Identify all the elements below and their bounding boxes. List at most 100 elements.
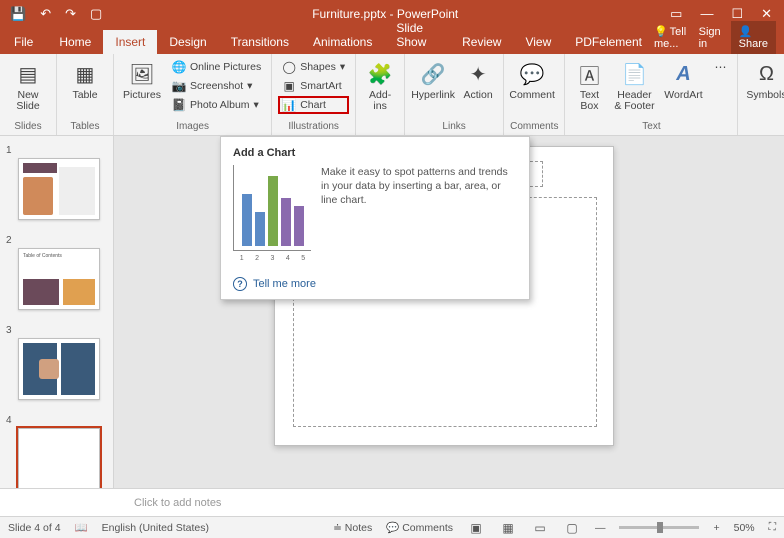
start-from-beginning-icon[interactable]: ▢	[90, 6, 102, 22]
undo-icon[interactable]: ↶	[40, 6, 51, 22]
redo-icon[interactable]: ↷	[65, 6, 76, 22]
addins-icon: 🧩	[366, 60, 394, 88]
chart-tooltip: Add a Chart 12345 Make it easy to spot p…	[220, 136, 530, 300]
maximize-icon[interactable]: ☐	[731, 6, 743, 22]
smartart-button[interactable]: ▣SmartArt	[278, 77, 349, 95]
tab-animations[interactable]: Animations	[301, 30, 384, 54]
textbox-icon: 🄰	[575, 60, 603, 88]
reading-view-icon[interactable]: ▭	[531, 521, 549, 535]
group-illustrations: ◯Shapes ▾ ▣SmartArt 📊Chart Illustrations	[272, 54, 356, 135]
group-addins: 🧩 Add- ins	[356, 54, 405, 135]
group-comments: 💬 Comment Comments	[504, 54, 565, 135]
symbols-button[interactable]: Ω Symbols	[744, 58, 784, 101]
slide-thumbnail-4[interactable]: 4	[6, 414, 107, 488]
notes-placeholder: Click to add notes	[134, 497, 221, 509]
group-tables: ▦ Table Tables	[57, 54, 114, 135]
tab-view[interactable]: View	[513, 30, 563, 54]
symbols-icon: Ω	[752, 60, 780, 88]
header-footer-icon: 📄	[620, 60, 648, 88]
tab-slideshow[interactable]: Slide Show	[384, 16, 450, 54]
group-text: 🄰 Text Box 📄 Header & Footer A WordArt ⋯…	[565, 54, 738, 135]
online-pictures-button[interactable]: 🌐Online Pictures	[168, 58, 265, 76]
new-slide-button[interactable]: ▤ New Slide	[6, 58, 50, 112]
slide-editor[interactable]: Add a Chart 12345 Make it easy to spot p…	[114, 136, 784, 488]
new-slide-icon: ▤	[14, 60, 42, 88]
group-slides: ▤ New Slide Slides	[0, 54, 57, 135]
language-indicator[interactable]: English (United States)	[102, 522, 209, 534]
smartart-icon: ▣	[282, 79, 296, 93]
close-icon[interactable]: ✕	[761, 6, 772, 22]
slide-thumbnail-2[interactable]: 2 Table of Contents	[6, 234, 107, 310]
tab-design[interactable]: Design	[157, 30, 218, 54]
quick-access-toolbar: 💾 ↶ ↷ ▢	[0, 6, 112, 22]
work-area: 1 2 Table of Contents 3 4 Add a Chart	[0, 136, 784, 488]
tab-review[interactable]: Review	[450, 30, 513, 54]
header-footer-button[interactable]: 📄 Header & Footer	[611, 58, 657, 112]
sign-in-link[interactable]: Sign in	[699, 26, 721, 50]
tell-me-more-link[interactable]: ? Tell me more	[233, 277, 517, 291]
slide-thumbnail-1[interactable]: 1	[6, 144, 107, 220]
comment-button[interactable]: 💬 Comment	[510, 58, 554, 101]
comment-icon: 💬	[518, 60, 546, 88]
slide-sorter-icon[interactable]: ▦	[499, 521, 517, 535]
tab-home[interactable]: Home	[47, 30, 103, 54]
help-icon: ?	[233, 277, 247, 291]
minimize-icon[interactable]: —	[700, 6, 713, 22]
text-more-button[interactable]: ⋯	[709, 58, 731, 76]
wordart-button[interactable]: A WordArt	[661, 58, 705, 101]
slide-counter[interactable]: Slide 4 of 4	[8, 522, 61, 534]
textbox-button[interactable]: 🄰 Text Box	[571, 58, 607, 112]
hyperlink-button[interactable]: 🔗 Hyperlink	[411, 58, 455, 101]
chart-icon: 📊	[282, 98, 296, 112]
fit-to-window-icon[interactable]: ⛶	[769, 521, 776, 534]
tab-file[interactable]: File	[0, 30, 47, 54]
status-bar: Slide 4 of 4 📖 English (United States) ≐…	[0, 516, 784, 538]
slide-thumbnail-panel[interactable]: 1 2 Table of Contents 3 4	[0, 136, 114, 488]
shapes-icon: ◯	[282, 60, 296, 74]
tooltip-description: Make it easy to spot patterns and trends…	[321, 165, 517, 263]
shapes-button[interactable]: ◯Shapes ▾	[278, 58, 349, 76]
zoom-level[interactable]: 50%	[734, 522, 755, 534]
pictures-icon: 🖼	[128, 60, 156, 88]
zoom-slider[interactable]	[619, 526, 699, 529]
slideshow-view-icon[interactable]: ▢	[563, 521, 581, 535]
table-icon: ▦	[71, 60, 99, 88]
screenshot-icon: 📷	[172, 79, 186, 93]
hyperlink-icon: 🔗	[419, 60, 447, 88]
save-icon[interactable]: 💾	[10, 6, 26, 22]
wordart-icon: A	[669, 60, 697, 88]
ribbon-options-icon[interactable]: ▭	[670, 6, 682, 22]
group-images: 🖼 Pictures 🌐Online Pictures 📷Screenshot …	[114, 54, 272, 135]
photo-album-button[interactable]: 📓Photo Album ▾	[168, 96, 265, 114]
tab-insert[interactable]: Insert	[103, 30, 157, 54]
slide-thumbnail-3[interactable]: 3	[6, 324, 107, 400]
addins-button[interactable]: 🧩 Add- ins	[362, 58, 398, 112]
tab-pdfelement[interactable]: PDFelement	[563, 30, 654, 54]
group-links: 🔗 Hyperlink ✦ Action Links	[405, 54, 504, 135]
spellcheck-icon[interactable]: 📖	[75, 521, 88, 534]
more-icon: ⋯	[713, 60, 727, 74]
chart-button[interactable]: 📊Chart	[278, 96, 349, 114]
group-symbols: Ω Symbols	[738, 54, 784, 135]
ribbon: ▤ New Slide Slides ▦ Table Tables 🖼 Pict…	[0, 54, 784, 136]
tooltip-title: Add a Chart	[233, 147, 517, 159]
notes-pane[interactable]: Click to add notes	[0, 488, 784, 516]
tab-transitions[interactable]: Transitions	[219, 30, 301, 54]
photo-album-icon: 📓	[172, 98, 186, 112]
tooltip-chart-preview: 12345	[233, 165, 311, 251]
zoom-out-icon[interactable]: —	[595, 522, 606, 534]
action-button[interactable]: ✦ Action	[459, 58, 497, 101]
table-button[interactable]: ▦ Table	[63, 58, 107, 101]
zoom-in-icon[interactable]: +	[713, 522, 719, 534]
notes-toggle[interactable]: ≐ Notes	[333, 522, 372, 534]
online-pictures-icon: 🌐	[172, 60, 186, 74]
ribbon-tabs: File Home Insert Design Transitions Anim…	[0, 28, 784, 54]
tell-me-search[interactable]: Tell me...	[654, 25, 689, 50]
comments-toggle[interactable]: 💬 Comments	[386, 521, 453, 534]
action-icon: ✦	[464, 60, 492, 88]
normal-view-icon[interactable]: ▣	[467, 521, 485, 535]
pictures-button[interactable]: 🖼 Pictures	[120, 58, 164, 101]
share-button[interactable]: 👤 Share	[731, 21, 776, 54]
screenshot-button[interactable]: 📷Screenshot ▾	[168, 77, 265, 95]
window-controls: ▭ — ☐ ✕	[658, 6, 784, 22]
